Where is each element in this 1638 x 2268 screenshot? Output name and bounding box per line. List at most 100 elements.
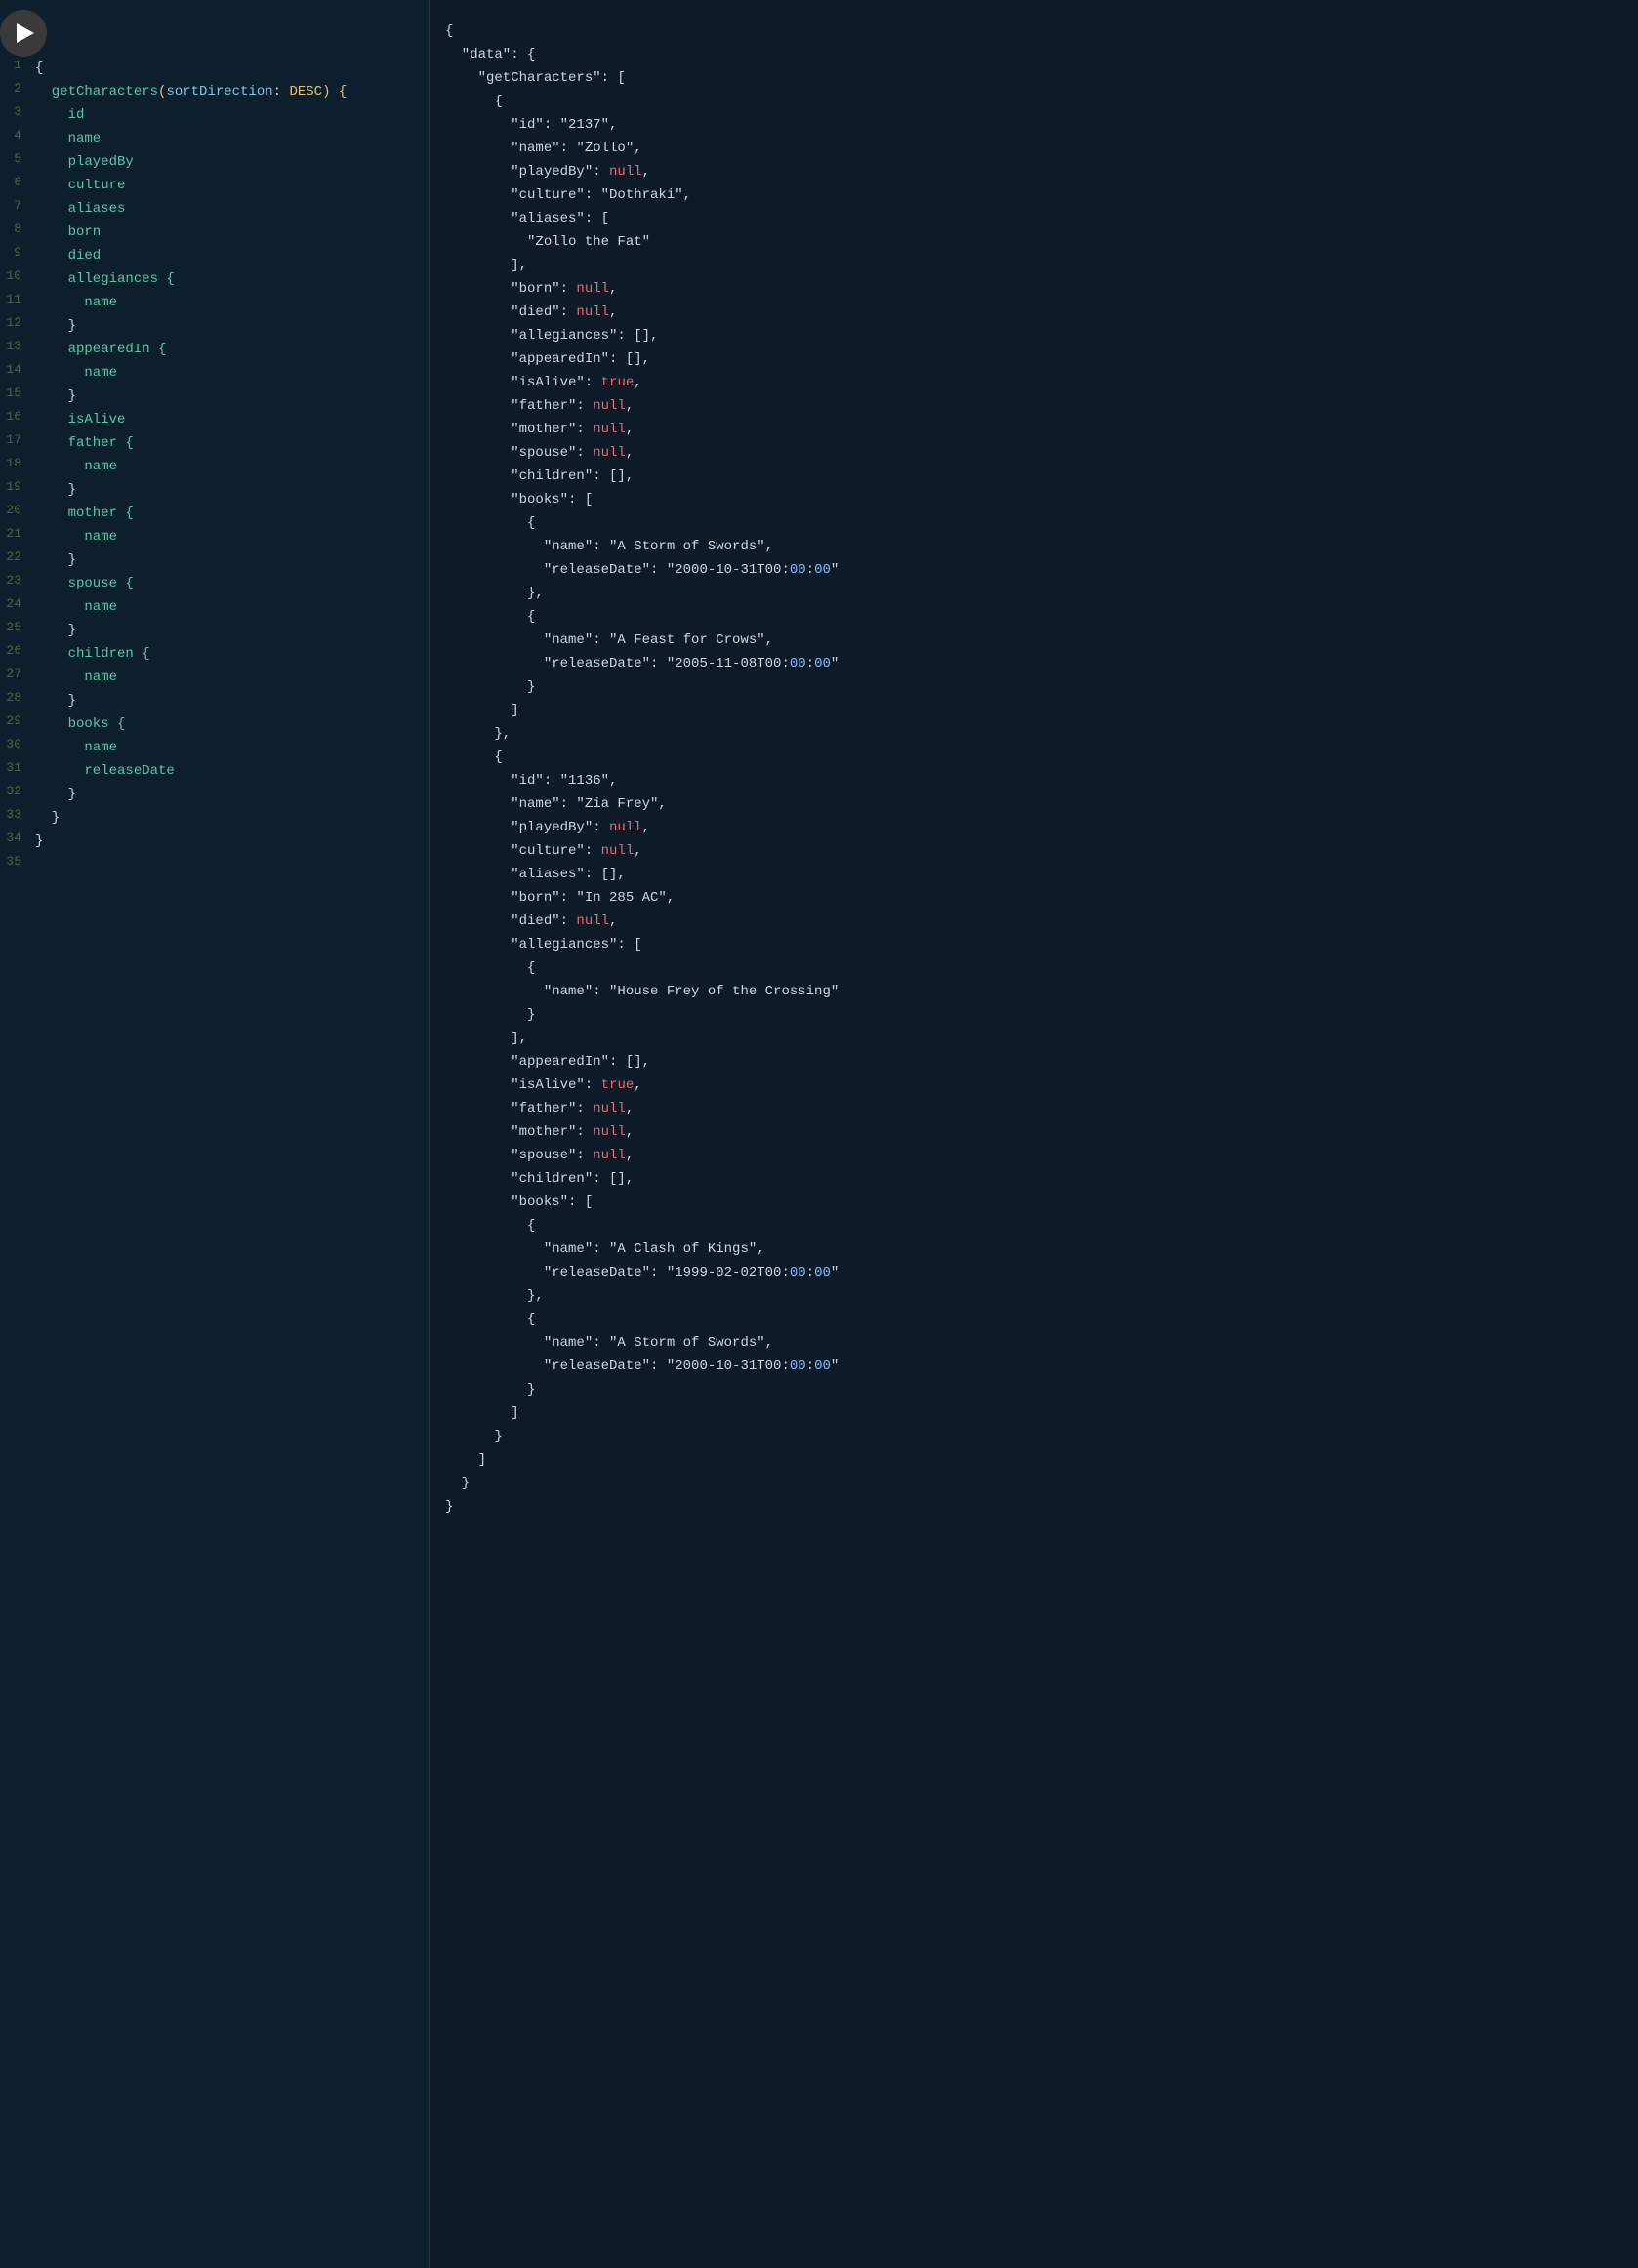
query-line: 29 books { [0,712,429,736]
json-line: "data": { [445,43,1622,66]
query-line: 26 children { [0,642,429,666]
token: mother { [35,506,134,521]
json-line: }, [445,582,1622,605]
token: id [35,107,84,123]
line-number: 15 [0,385,35,400]
json-line: "releaseDate": "1999-02-02T00:00:00" [445,1261,1622,1284]
query-line: 3 id [0,103,429,127]
query-line: 19 } [0,478,429,502]
line-number: 2 [0,81,35,96]
query-line: 35 [0,853,429,874]
line-content: } [35,385,429,407]
query-line: 10 allegiances { [0,267,429,291]
line-content: } [35,690,429,711]
line-number: 6 [0,175,35,189]
play-button[interactable] [0,10,47,57]
line-content: spouse { [35,573,429,594]
line-number: 26 [0,643,35,658]
line-number: 23 [0,573,35,587]
token: getCharacters [35,84,158,100]
token: } [35,810,60,826]
right-pane: { "data": { "getCharacters": [ { "id": "… [430,0,1638,2268]
query-line: 14 name [0,361,429,385]
token: sortDirection [166,84,272,100]
json-line: "spouse": null, [445,441,1622,465]
query-editor: 1{2 getCharacters(sortDirection: DESC) {… [0,57,429,874]
json-line: { [445,1214,1622,1237]
token: } [35,318,76,334]
token: releaseDate [35,763,175,779]
token: aliases [35,201,125,217]
line-content: } [35,807,429,829]
json-line: "allegiances": [ [445,933,1622,956]
token: appearedIn { [35,342,166,357]
token: : [273,84,290,100]
json-line: "isAlive": true, [445,371,1622,394]
json-line: "name": "House Frey of the Crossing" [445,980,1622,1003]
json-line: "culture": "Dothraki", [445,183,1622,207]
json-line: } [445,1425,1622,1448]
json-line: } [445,675,1622,699]
json-line: "name": "A Storm of Swords", [445,1331,1622,1355]
json-line: "name": "A Storm of Swords", [445,535,1622,558]
query-line: 25 } [0,619,429,642]
json-line: "father": null, [445,394,1622,418]
line-number: 20 [0,503,35,517]
query-line: 31 releaseDate [0,759,429,783]
token: { [35,61,43,76]
json-line: "getCharacters": [ [445,66,1622,90]
json-line: "playedBy": null, [445,816,1622,839]
line-number: 31 [0,760,35,775]
line-number: 3 [0,104,35,119]
token: culture [35,178,125,193]
token: isAlive [35,412,125,427]
token: } [35,552,76,568]
line-content: name [35,667,429,688]
token: name [35,529,117,545]
line-content: died [35,245,429,266]
query-line: 5 playedBy [0,150,429,174]
json-line: } [445,1495,1622,1519]
json-line: "name": "Zia Frey", [445,792,1622,816]
token: name [35,740,117,755]
token: children { [35,646,150,662]
json-line: "allegiances": [], [445,324,1622,347]
query-line: 24 name [0,595,429,619]
line-number: 1 [0,58,35,72]
line-content: name [35,456,429,477]
query-line: 28 } [0,689,429,712]
line-number: 9 [0,245,35,260]
query-line: 11 name [0,291,429,314]
json-line: "name": "Zollo", [445,137,1622,160]
line-content: allegiances { [35,268,429,290]
line-content: born [35,222,429,243]
line-number: 17 [0,432,35,447]
line-number: 29 [0,713,35,728]
json-line: "died": null, [445,910,1622,933]
token: playedBy [35,154,134,170]
token: } [35,623,76,638]
line-content: name [35,526,429,547]
line-content: isAlive [35,409,429,430]
json-line: { [445,746,1622,769]
query-line: 27 name [0,666,429,689]
line-content: } [35,479,429,501]
token: name [35,459,117,474]
line-number: 28 [0,690,35,705]
json-line: "mother": null, [445,1120,1622,1144]
line-number: 35 [0,854,35,869]
line-number: 13 [0,339,35,353]
json-line: "children": [], [445,1167,1622,1191]
json-line: ] [445,1401,1622,1425]
query-line: 32 } [0,783,429,806]
json-line: "aliases": [], [445,863,1622,886]
token: died [35,248,101,263]
line-content: name [35,737,429,758]
line-content: } [35,315,429,337]
query-line: 9 died [0,244,429,267]
line-number: 18 [0,456,35,470]
line-number: 14 [0,362,35,377]
json-line: ] [445,1448,1622,1472]
line-content: name [35,596,429,618]
json-line: }, [445,722,1622,746]
